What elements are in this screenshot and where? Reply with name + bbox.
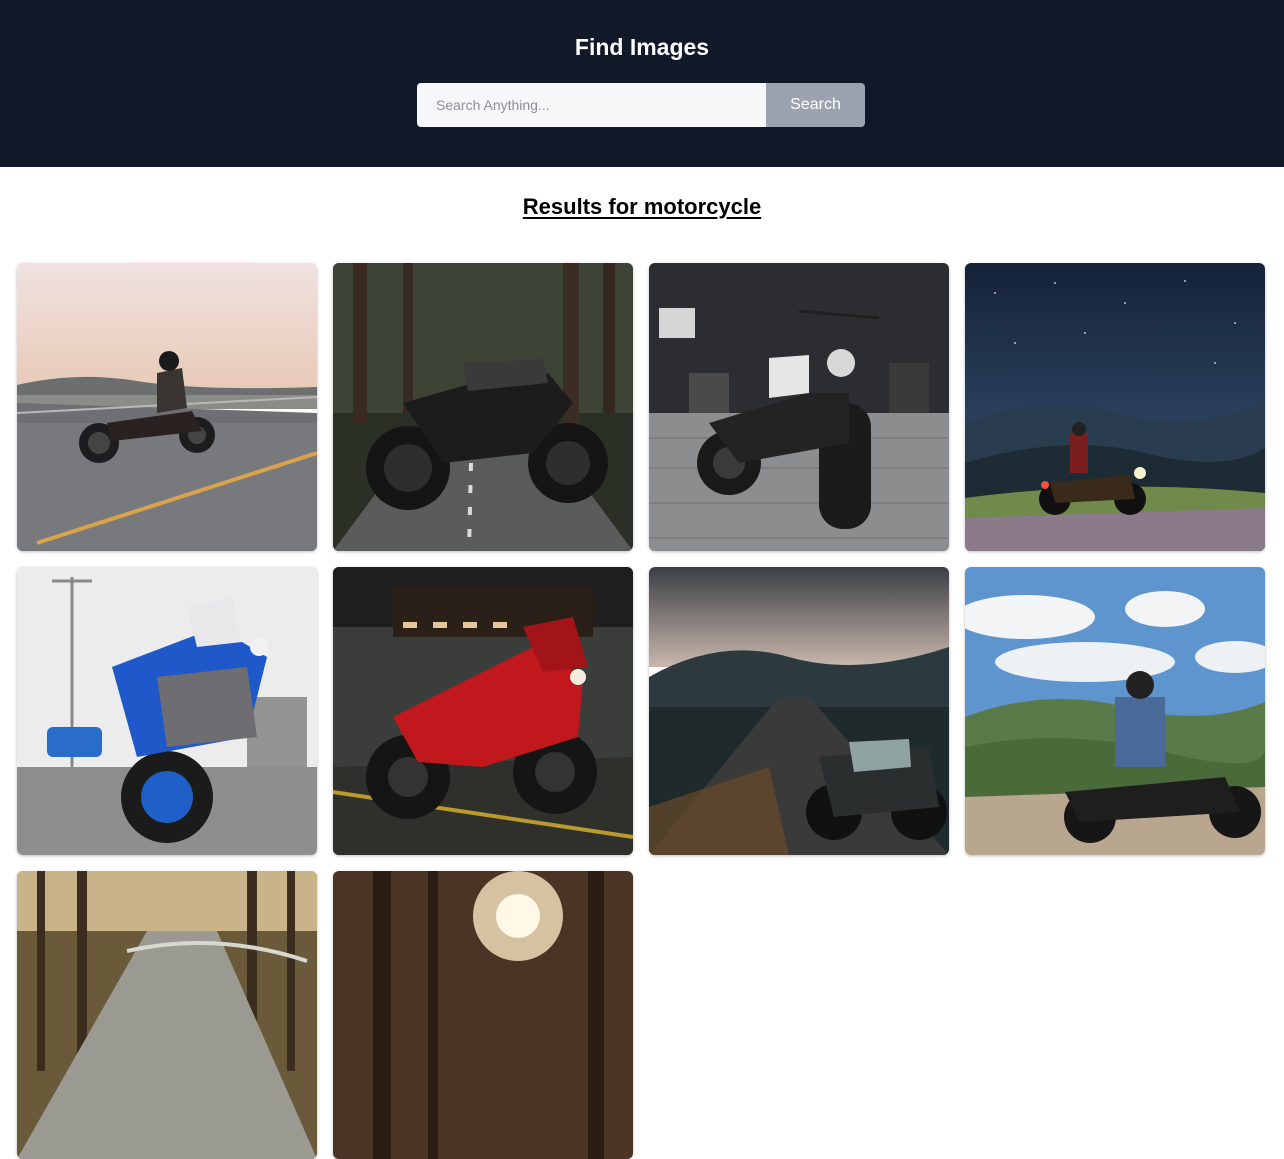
results-heading: Results for motorcycle bbox=[0, 193, 1284, 221]
image-result-5[interactable] bbox=[17, 567, 317, 855]
search-input[interactable] bbox=[417, 83, 766, 127]
image-result-6[interactable] bbox=[333, 567, 633, 855]
app-header: Find Images Search bbox=[0, 0, 1284, 167]
image-result-4[interactable] bbox=[965, 263, 1265, 551]
motorcycle-photo-2 bbox=[333, 263, 633, 551]
search-form: Search bbox=[417, 83, 865, 127]
motorcycle-photo-3 bbox=[649, 263, 949, 551]
page-title: Find Images bbox=[574, 34, 710, 60]
results-heading-text: Results for motorcycle bbox=[522, 194, 762, 219]
image-result-8[interactable] bbox=[965, 567, 1265, 855]
image-result-9[interactable] bbox=[17, 871, 317, 1159]
search-button[interactable]: Search bbox=[766, 83, 865, 127]
motorcycle-photo-5 bbox=[17, 567, 317, 855]
motorcycle-photo-6 bbox=[333, 567, 633, 855]
image-result-3[interactable] bbox=[649, 263, 949, 551]
motorcycle-photo-9 bbox=[17, 871, 317, 1159]
image-result-10[interactable] bbox=[333, 871, 633, 1159]
image-result-1[interactable] bbox=[17, 263, 317, 551]
motorcycle-photo-1 bbox=[17, 263, 317, 551]
motorcycle-photo-10 bbox=[333, 871, 633, 1159]
image-result-2[interactable] bbox=[333, 263, 633, 551]
image-result-7[interactable] bbox=[649, 567, 949, 855]
motorcycle-photo-4 bbox=[965, 263, 1265, 551]
motorcycle-photo-7 bbox=[649, 567, 949, 855]
motorcycle-photo-8 bbox=[965, 567, 1265, 855]
